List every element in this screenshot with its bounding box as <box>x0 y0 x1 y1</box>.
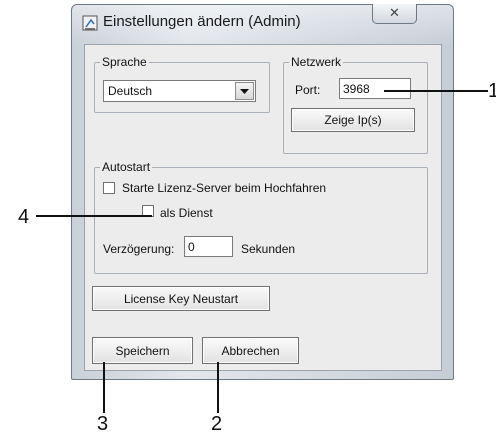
start-server-label: Starte Lizenz-Server beim Hochfahren <box>122 181 327 195</box>
port-input[interactable] <box>339 78 411 99</box>
close-button[interactable]: ✕ <box>372 4 417 24</box>
network-group-legend: Netzwerk <box>289 55 344 69</box>
callout-label-1: 1 <box>488 80 496 102</box>
callout-label-4: 4 <box>18 206 30 228</box>
callout-line-3 <box>103 362 105 413</box>
callout-line-1 <box>384 90 488 92</box>
callout-line-2 <box>217 362 219 413</box>
delay-input[interactable] <box>184 236 233 257</box>
language-group-legend: Sprache <box>100 55 149 69</box>
callout-label-2: 2 <box>211 413 223 435</box>
start-server-checkbox[interactable] <box>103 182 115 194</box>
settings-app-icon <box>82 15 98 31</box>
save-button[interactable]: Speichern <box>92 337 193 364</box>
chevron-down-icon <box>240 89 249 94</box>
delay-unit: Sekunden <box>241 242 296 256</box>
cancel-button[interactable]: Abbrechen <box>202 337 299 364</box>
as-service-label: als Dienst <box>160 206 213 220</box>
license-key-restart-button[interactable]: License Key Neustart <box>92 286 270 311</box>
language-select-value: Deutsch <box>108 84 153 98</box>
delay-label: Verzögerung: <box>103 242 175 256</box>
language-dropdown-button[interactable] <box>235 82 254 100</box>
dialog-title: Einstellungen ändern (Admin) <box>103 13 301 30</box>
show-ips-button[interactable]: Zeige Ip(s) <box>291 108 415 132</box>
port-label: Port: <box>295 83 321 97</box>
close-icon: ✕ <box>389 5 400 20</box>
callout-label-3: 3 <box>97 413 109 435</box>
callout-line-4 <box>36 215 152 217</box>
autostart-group-legend: Autostart <box>100 160 153 174</box>
